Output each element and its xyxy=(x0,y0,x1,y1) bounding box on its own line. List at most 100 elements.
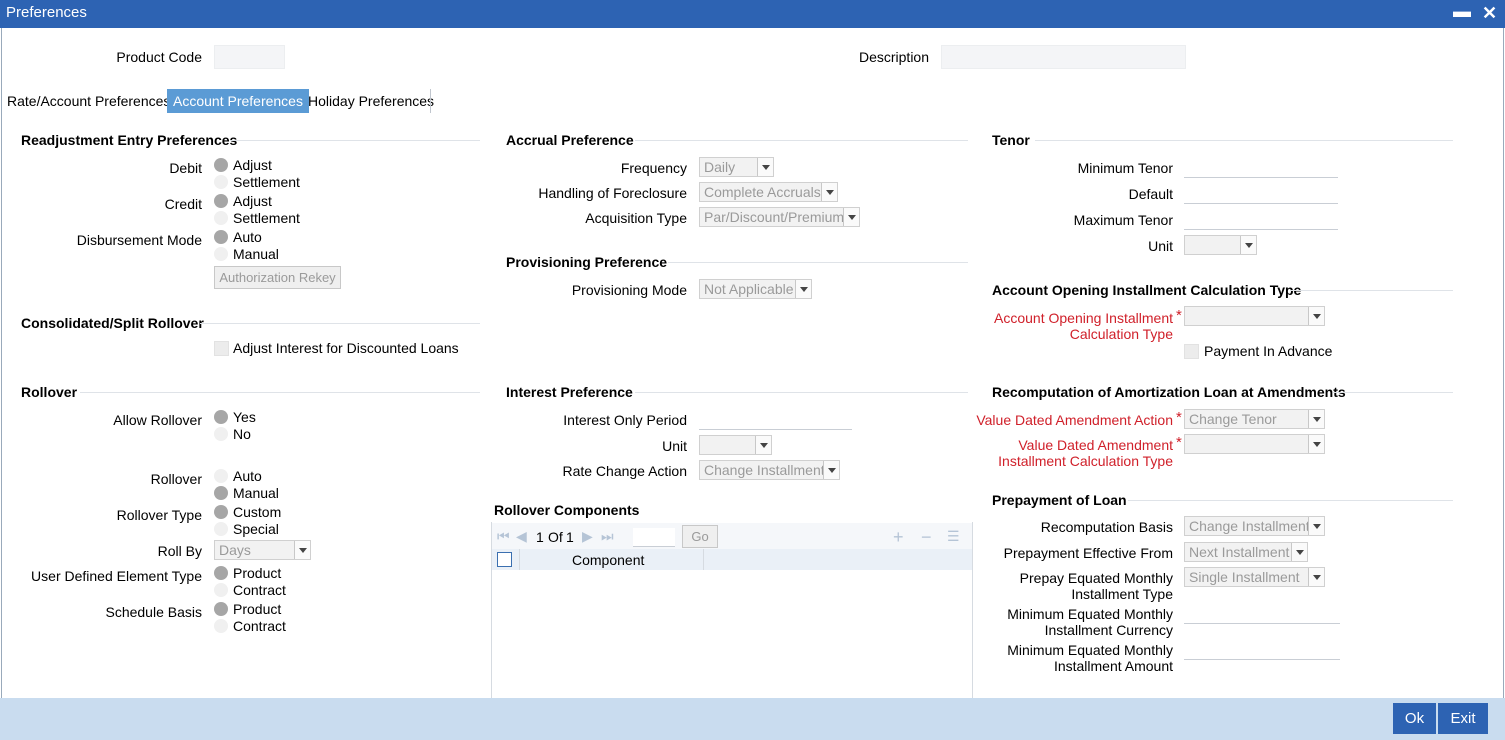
foreclosure-value: Complete Accruals xyxy=(704,184,821,200)
credit-label: Credit xyxy=(164,196,202,212)
required-marker: * xyxy=(1176,434,1182,451)
rollover-auto-label: Auto xyxy=(233,468,262,484)
go-button[interactable]: Go xyxy=(682,525,718,548)
ok-button[interactable]: Ok xyxy=(1393,703,1436,734)
section-rule xyxy=(200,323,480,324)
rollover-type-special-radio[interactable] xyxy=(214,522,228,536)
allow-rollover-yes-radio[interactable] xyxy=(214,410,228,424)
disbursement-auto-radio[interactable] xyxy=(214,230,228,244)
minimum-tenor-input[interactable] xyxy=(1184,158,1338,178)
rollover-components-title: Rollover Components xyxy=(494,502,640,518)
tab-account-preferences[interactable]: Account Preferences xyxy=(167,89,309,113)
frequency-select[interactable]: Daily xyxy=(699,157,774,177)
acquisition-value: Par/Discount/Premium xyxy=(704,209,845,225)
readjustment-title: Readjustment Entry Preferences xyxy=(21,132,238,148)
vda-calc-select[interactable] xyxy=(1184,434,1325,454)
rollover-manual-radio[interactable] xyxy=(214,486,228,500)
vda-action-select[interactable]: Change Tenor xyxy=(1184,409,1325,429)
select-all-checkbox[interactable] xyxy=(497,552,512,567)
exit-button[interactable]: Exit xyxy=(1438,703,1488,734)
schedule-product-radio[interactable] xyxy=(214,602,228,616)
schedule-contract-radio[interactable] xyxy=(214,619,228,633)
next-page-icon[interactable]: ▶ xyxy=(582,528,593,545)
rollover-title: Rollover xyxy=(21,384,78,400)
allow-rollover-no-radio[interactable] xyxy=(214,427,228,441)
min-emi-amount-label: Minimum Equated Monthly Installment Amou… xyxy=(990,642,1173,674)
min-emi-amount-input[interactable] xyxy=(1184,640,1340,660)
debit-settlement-radio[interactable] xyxy=(214,175,228,189)
chevron-down-icon xyxy=(1291,543,1307,561)
interest-only-period-input[interactable] xyxy=(699,410,852,430)
product-code-field[interactable] xyxy=(214,45,285,69)
roll-by-select[interactable]: Days xyxy=(214,540,311,560)
provisioning-mode-value: Not Applicable xyxy=(704,281,794,297)
rollover-mode-label: Rollover xyxy=(150,471,202,487)
description-label: Description xyxy=(858,49,929,65)
min-emi-currency-input[interactable] xyxy=(1184,604,1340,624)
delete-row-icon[interactable]: − xyxy=(921,527,932,548)
recomputation-basis-value: Change Installment xyxy=(1189,518,1310,534)
description-field[interactable] xyxy=(941,45,1186,69)
disbursement-auto-label: Auto xyxy=(233,229,262,245)
recomputation-basis-label: Recomputation Basis xyxy=(1040,519,1173,535)
page-number-input[interactable] xyxy=(633,528,675,547)
tenor-unit-select[interactable] xyxy=(1184,235,1257,255)
prepayment-effective-select[interactable]: Next Installment xyxy=(1184,542,1308,562)
ude-product-radio[interactable] xyxy=(214,566,228,580)
prepay-emi-type-select[interactable]: Single Installment xyxy=(1184,567,1325,587)
vda-action-label: Value Dated Amendment Action xyxy=(976,412,1173,428)
min-emi-amount-label-line2: Installment Amount xyxy=(1053,658,1173,674)
prepay-emi-type-label: Prepay Equated Monthly Installment Type xyxy=(990,570,1173,602)
handling-of-foreclosure-select[interactable]: Complete Accruals xyxy=(699,182,838,202)
schedule-basis-label: Schedule Basis xyxy=(105,604,202,620)
rate-change-action-select[interactable]: Change Installment xyxy=(699,460,840,480)
section-rule xyxy=(80,392,480,393)
maximum-tenor-input[interactable] xyxy=(1184,210,1338,230)
last-page-icon[interactable]: ⏭ xyxy=(601,528,614,545)
adjust-interest-checkbox[interactable] xyxy=(214,341,229,356)
close-icon[interactable]: ✕ xyxy=(1482,3,1497,24)
provisioning-mode-select[interactable]: Not Applicable xyxy=(699,279,812,299)
authorization-rekey-button[interactable]: Authorization Rekey xyxy=(214,266,341,289)
payment-in-advance-checkbox[interactable] xyxy=(1184,344,1199,359)
rollover-type-custom-label: Custom xyxy=(233,504,282,520)
interest-unit-select[interactable] xyxy=(699,435,772,455)
add-row-icon[interactable]: + xyxy=(893,527,904,548)
account-opening-calc-select[interactable] xyxy=(1184,306,1325,326)
rollover-type-label: Rollover Type xyxy=(116,507,202,523)
component-column-header[interactable]: Component xyxy=(572,552,644,568)
tab-rate-account-preferences[interactable]: Rate/Account Preferences xyxy=(1,89,176,113)
chevron-down-icon xyxy=(1308,568,1324,586)
credit-adjust-radio[interactable] xyxy=(214,194,228,208)
first-page-icon[interactable]: ⏮ xyxy=(497,528,510,545)
list-view-icon[interactable]: ☰ xyxy=(947,528,960,545)
interest-only-period-label: Interest Only Period xyxy=(563,412,687,428)
rollover-type-custom-radio[interactable] xyxy=(214,505,228,519)
page-of-label: Of xyxy=(548,529,563,545)
frequency-label: Frequency xyxy=(620,160,687,176)
minimize-icon[interactable]: ▬ xyxy=(1453,1,1471,22)
prepayment-title: Prepayment of Loan xyxy=(992,492,1127,508)
min-emi-currency-label: Minimum Equated Monthly Installment Curr… xyxy=(990,606,1173,638)
rate-change-action-label: Rate Change Action xyxy=(562,463,687,479)
section-rule xyxy=(1333,392,1453,393)
rollover-auto-radio[interactable] xyxy=(214,469,228,483)
section-rule xyxy=(230,140,480,141)
frequency-value: Daily xyxy=(704,159,736,175)
debit-adjust-radio[interactable] xyxy=(214,158,228,172)
ude-contract-radio[interactable] xyxy=(214,583,228,597)
chevron-down-icon xyxy=(821,183,837,201)
section-rule xyxy=(1035,140,1453,141)
tab-holiday-preferences[interactable]: Holiday Preferences xyxy=(302,89,440,113)
disbursement-manual-radio[interactable] xyxy=(214,247,228,261)
credit-settlement-radio[interactable] xyxy=(214,211,228,225)
prepay-emi-type-label-line1: Prepay Equated Monthly xyxy=(1019,570,1173,586)
accrual-preference-title: Accrual Preference xyxy=(506,132,634,148)
default-tenor-input[interactable] xyxy=(1184,184,1338,204)
acquisition-type-select[interactable]: Par/Discount/Premium xyxy=(699,207,860,227)
previous-page-icon[interactable]: ◀ xyxy=(516,528,527,545)
payment-in-advance-label: Payment In Advance xyxy=(1204,343,1333,359)
section-rule xyxy=(635,140,968,141)
recomputation-basis-select[interactable]: Change Installment xyxy=(1184,516,1325,536)
adjust-interest-label: Adjust Interest for Discounted Loans xyxy=(233,340,459,356)
